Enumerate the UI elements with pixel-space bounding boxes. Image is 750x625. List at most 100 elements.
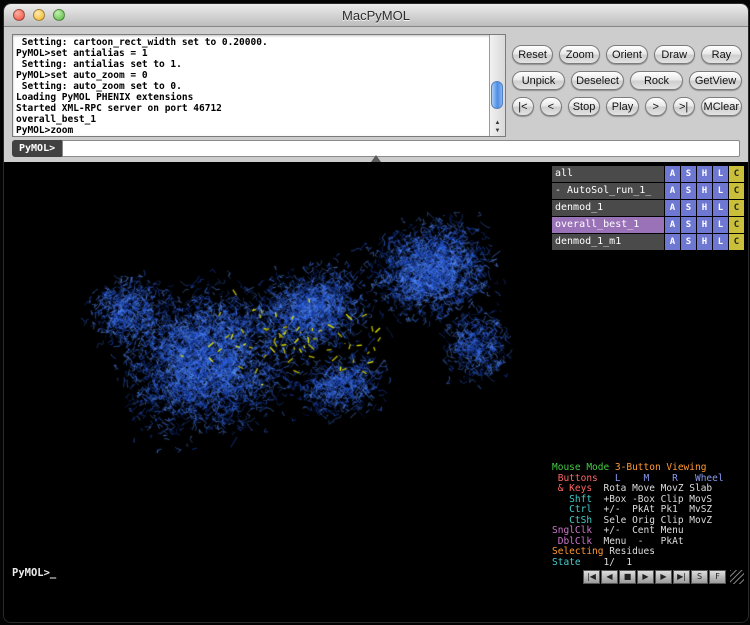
macpymol-window: MacPyMOL Setting: cartoon_rect_width set… <box>3 3 749 623</box>
toolbar-button-getview[interactable]: GetView <box>689 71 742 90</box>
mouse-matrix-line[interactable]: State 1/ 1 <box>552 558 744 569</box>
object-l-button[interactable]: L <box>713 166 728 182</box>
object-l-button[interactable]: L <box>713 217 728 233</box>
object-h-button[interactable]: H <box>697 183 712 199</box>
toolbar-button-go-end[interactable]: >| <box>673 97 695 116</box>
console-line: PyMOL>set antialias = 1 <box>16 48 486 59</box>
object-row: allASHLC <box>552 166 744 182</box>
upper-panel: Setting: cartoon_rect_width set to 0.200… <box>4 27 748 162</box>
movie-control-bar: |◀◀■▶▶▶|SF <box>583 570 744 584</box>
toolbar-button-deselect[interactable]: Deselect <box>571 71 624 90</box>
toolbar-button-go-start[interactable]: |< <box>512 97 534 116</box>
toolbar-button-step-back[interactable]: < <box>540 97 562 116</box>
toolbar-row-2: Unpick Deselect Rock GetView <box>512 71 742 90</box>
console-log: Setting: cartoon_rect_width set to 0.200… <box>13 35 489 136</box>
object-s-button[interactable]: S <box>681 183 696 199</box>
viewport-area: PyMOL>_ allASHLC- AutoSol_run_1_ASHLCden… <box>4 162 748 622</box>
toolbar-row-1: Reset Zoom Orient Draw Ray <box>512 45 742 64</box>
object-h-button[interactable]: H <box>697 200 712 216</box>
object-list: allASHLC- AutoSol_run_1_ASHLCdenmod_1ASH… <box>552 166 744 250</box>
object-c-button[interactable]: C <box>729 217 744 233</box>
console-line: Started XML-RPC server on port 46712 <box>16 103 486 114</box>
object-a-button[interactable]: A <box>665 183 680 199</box>
console-scrollbar[interactable]: ▲ ▼ <box>489 35 505 136</box>
console-frame: Setting: cartoon_rect_width set to 0.200… <box>12 34 506 137</box>
toolbar-button-zoom[interactable]: Zoom <box>559 45 600 64</box>
movie-button-f[interactable]: F <box>709 570 726 584</box>
viewport-prompt: PyMOL>_ <box>12 567 56 579</box>
console-line: PyMOL>zoom <box>16 125 486 136</box>
scrollbar-arrows: ▲ ▼ <box>490 119 505 135</box>
right-panel: allASHLC- AutoSol_run_1_ASHLCdenmod_1ASH… <box>552 166 744 618</box>
object-name-autosol-run-1[interactable]: - AutoSol_run_1_ <box>552 183 664 199</box>
movie-button-s[interactable]: S <box>691 570 708 584</box>
resize-grip-icon[interactable] <box>730 570 744 584</box>
movie-button-movie-last[interactable]: ▶| <box>673 570 690 584</box>
movie-controls: |◀◀■▶▶▶|SF <box>583 570 726 584</box>
scroll-down-icon[interactable]: ▼ <box>490 127 505 135</box>
toolbar-button-reset[interactable]: Reset <box>512 45 553 64</box>
window-title: MacPyMOL <box>342 8 410 23</box>
minimize-button[interactable] <box>33 9 45 21</box>
toolbar-button-play[interactable]: Play <box>606 97 638 116</box>
toolbar-button-orient[interactable]: Orient <box>606 45 647 64</box>
object-h-button[interactable]: H <box>697 234 712 250</box>
scrollbar-thumb[interactable] <box>491 81 503 109</box>
toolbar-button-mclear[interactable]: MClear <box>701 97 742 116</box>
object-h-button[interactable]: H <box>697 166 712 182</box>
object-a-button[interactable]: A <box>665 217 680 233</box>
object-s-button[interactable]: S <box>681 200 696 216</box>
command-prompt-label: PyMOL> <box>12 140 62 157</box>
close-button[interactable] <box>13 9 25 21</box>
object-c-button[interactable]: C <box>729 200 744 216</box>
object-l-button[interactable]: L <box>713 183 728 199</box>
object-row: denmod_1_m1ASHLC <box>552 234 744 250</box>
object-row: - AutoSol_run_1_ASHLC <box>552 183 744 199</box>
movie-button-movie-play[interactable]: ▶ <box>637 570 654 584</box>
object-a-button[interactable]: A <box>665 166 680 182</box>
object-l-button[interactable]: L <box>713 200 728 216</box>
toolbar-row-3: |< < Stop Play > >| MClear <box>512 97 742 116</box>
object-name-overall-best-1[interactable]: overall_best_1 <box>552 217 664 233</box>
movie-button-movie-back[interactable]: ◀ <box>601 570 618 584</box>
toolbar-button-unpick[interactable]: Unpick <box>512 71 565 90</box>
command-input[interactable] <box>62 140 740 157</box>
maximize-button[interactable] <box>53 9 65 21</box>
object-row: denmod_1ASHLC <box>552 200 744 216</box>
movie-button-movie-first[interactable]: |◀ <box>583 570 600 584</box>
movie-button-movie-play[interactable]: ▶ <box>655 570 672 584</box>
object-name-denmod-1-m1[interactable]: denmod_1_m1 <box>552 234 664 250</box>
object-c-button[interactable]: C <box>729 166 744 182</box>
toolbar: Reset Zoom Orient Draw Ray Unpick Deselect Roc… <box>512 45 742 116</box>
toolbar-button-draw[interactable]: Draw <box>654 45 695 64</box>
titlebar[interactable]: MacPyMOL <box>4 4 748 27</box>
scroll-up-icon[interactable]: ▲ <box>490 119 505 127</box>
splitter-handle-icon[interactable] <box>371 155 381 162</box>
console-line: overall_best_1 <box>16 114 486 125</box>
mouse-panel: Mouse Mode 3-Button Viewing Buttons L M … <box>552 463 744 568</box>
toolbar-button-ray[interactable]: Ray <box>701 45 742 64</box>
toolbar-button-stop[interactable]: Stop <box>568 97 600 116</box>
console-line: PyMOL>set auto_zoom = 0 <box>16 70 486 81</box>
object-s-button[interactable]: S <box>681 166 696 182</box>
object-name-denmod-1[interactable]: denmod_1 <box>552 200 664 216</box>
movie-button-movie-stop[interactable]: ■ <box>619 570 636 584</box>
toolbar-button-step-forward[interactable]: > <box>645 97 667 116</box>
toolbar-button-rock[interactable]: Rock <box>630 71 683 90</box>
object-s-button[interactable]: S <box>681 217 696 233</box>
console-line: Setting: cartoon_rect_width set to 0.200… <box>16 37 486 48</box>
console-line: Setting: antialias set to 1. <box>16 59 486 70</box>
console-line: Setting: auto_zoom set to 0. <box>16 81 486 92</box>
molecular-viewport-canvas[interactable] <box>12 170 552 566</box>
object-row: overall_best_1ASHLC <box>552 217 744 233</box>
object-c-button[interactable]: C <box>729 183 744 199</box>
console-line: Loading PyMOL PHENIX extensions <box>16 92 486 103</box>
object-l-button[interactable]: L <box>713 234 728 250</box>
object-c-button[interactable]: C <box>729 234 744 250</box>
object-s-button[interactable]: S <box>681 234 696 250</box>
object-name-all[interactable]: all <box>552 166 664 182</box>
traffic-lights <box>13 9 65 21</box>
object-a-button[interactable]: A <box>665 200 680 216</box>
object-a-button[interactable]: A <box>665 234 680 250</box>
object-h-button[interactable]: H <box>697 217 712 233</box>
